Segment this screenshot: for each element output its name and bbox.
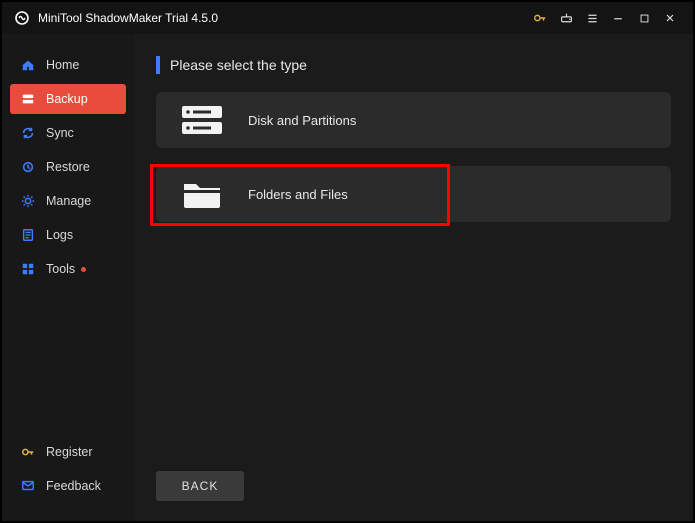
option-disk-and-partitions[interactable]: Disk and Partitions	[156, 92, 671, 148]
sidebar-item-register[interactable]: Register	[2, 437, 134, 467]
sidebar-item-label: Restore	[46, 160, 90, 174]
feedback-icon	[20, 478, 36, 494]
sync-icon	[20, 125, 36, 141]
close-icon[interactable]	[657, 5, 683, 31]
sidebar-item-manage[interactable]: Manage	[2, 186, 134, 216]
sidebar-item-tools[interactable]: Tools	[2, 254, 134, 284]
menu-icon[interactable]	[579, 5, 605, 31]
sidebar-item-restore[interactable]: Restore	[2, 152, 134, 182]
sidebar-item-label: Register	[46, 445, 93, 459]
backup-icon	[20, 91, 36, 107]
app-body: Home Backup Sync	[2, 34, 693, 521]
manage-icon	[20, 193, 36, 209]
sidebar-item-logs[interactable]: Logs	[2, 220, 134, 250]
heading-accent-bar	[156, 56, 160, 74]
sidebar-item-label: Sync	[46, 126, 74, 140]
folder-icon	[178, 174, 226, 214]
sidebar: Home Backup Sync	[2, 34, 134, 521]
window-title: MiniTool ShadowMaker Trial 4.5.0	[38, 11, 218, 25]
minimize-icon[interactable]	[605, 5, 631, 31]
logs-icon	[20, 227, 36, 243]
alert-dot-icon	[81, 267, 86, 272]
restore-icon	[20, 159, 36, 175]
tools-icon	[20, 261, 36, 277]
sidebar-item-home[interactable]: Home	[2, 50, 134, 80]
back-button-label: BACK	[182, 479, 219, 493]
back-button[interactable]: BACK	[156, 471, 244, 501]
sidebar-item-feedback[interactable]: Feedback	[2, 471, 134, 501]
sidebar-item-backup[interactable]: Backup	[10, 84, 126, 114]
main-panel: Please select the type Disk and Partitio…	[134, 34, 693, 521]
sidebar-item-label: Home	[46, 58, 79, 72]
maximize-icon[interactable]	[631, 5, 657, 31]
home-icon	[20, 57, 36, 73]
sidebar-item-label: Tools	[46, 262, 75, 276]
sidebar-item-label: Feedback	[46, 479, 101, 493]
app-window: MiniTool ShadowMaker Trial 4.5.0	[0, 0, 695, 523]
titlebar: MiniTool ShadowMaker Trial 4.5.0	[2, 2, 693, 34]
heading: Please select the type	[156, 56, 671, 74]
app-logo-icon	[14, 10, 30, 26]
sidebar-item-sync[interactable]: Sync	[2, 118, 134, 148]
sidebar-item-label: Manage	[46, 194, 91, 208]
option-label: Folders and Files	[248, 187, 348, 202]
key-icon[interactable]	[527, 5, 553, 31]
option-folders-and-files[interactable]: Folders and Files	[156, 166, 671, 222]
disk-icon[interactable]	[553, 5, 579, 31]
disk-partitions-icon	[178, 100, 226, 140]
sidebar-item-label: Logs	[46, 228, 73, 242]
sidebar-item-label: Backup	[46, 92, 88, 106]
option-label: Disk and Partitions	[248, 113, 356, 128]
heading-text: Please select the type	[170, 57, 307, 73]
register-key-icon	[20, 444, 36, 460]
